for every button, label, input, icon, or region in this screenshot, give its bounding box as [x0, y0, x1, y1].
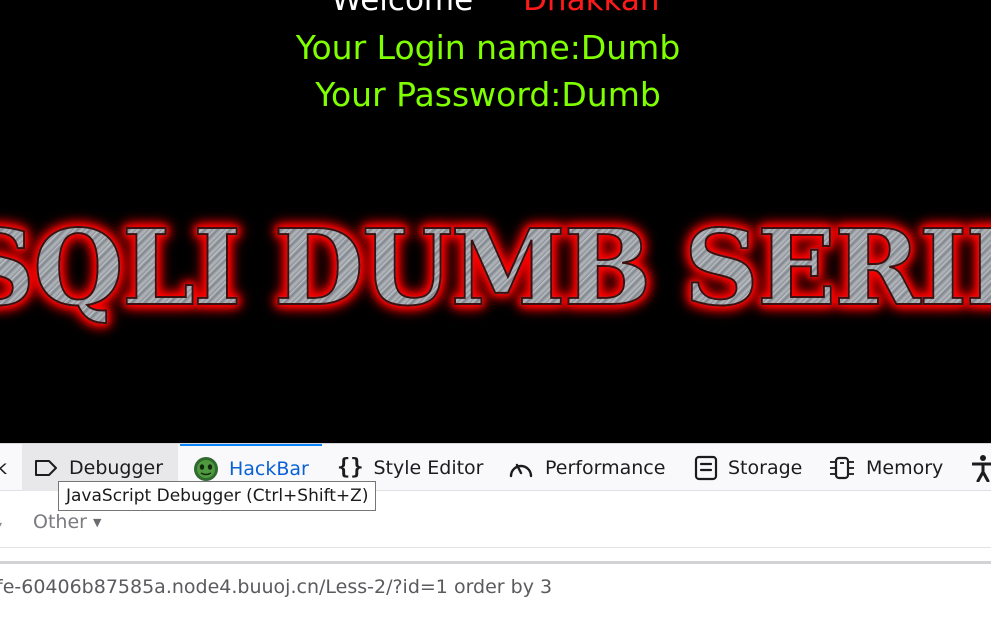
password-text: Your Password:Dumb — [315, 75, 661, 114]
tab-network-partial[interactable]: k — [0, 444, 16, 491]
url-field-text[interactable]: fe-60406b87585a.node4.buuoj.cn/Less-2/?i… — [0, 576, 552, 598]
memory-chip-icon — [828, 455, 856, 481]
debugger-tooltip: JavaScript Debugger (Ctrl+Shift+Z) — [58, 481, 377, 511]
sqli-dumb-series-banner: SQLI DUMB SERIES — [0, 203, 991, 333]
url-input-area[interactable]: fe-60406b87585a.node4.buuoj.cn/Less-2/?i… — [0, 564, 991, 642]
chevron-down-icon: ▼ — [92, 516, 102, 529]
welcome-label: Welcome — [331, 0, 474, 18]
tab-label: Performance — [545, 456, 666, 479]
storage-icon — [694, 455, 718, 481]
tab-label: Style Editor — [373, 456, 484, 479]
accessibility-icon — [972, 454, 991, 482]
tab-memory[interactable]: Memory — [828, 444, 943, 491]
tab-accessibility[interactable] — [972, 444, 991, 491]
other-dropdown-label: Other — [33, 511, 87, 533]
braces-icon: {} — [337, 455, 364, 480]
debugger-icon — [33, 458, 59, 478]
tab-label: Debugger — [69, 456, 164, 479]
tab-label: Storage — [728, 456, 803, 479]
tab-performance[interactable]: Performance — [507, 444, 665, 491]
web-page-viewport: Welcome Dhakkan Your Login name:Dumb You… — [0, 0, 991, 443]
tab-label: HackBar — [229, 457, 309, 480]
gauge-icon — [507, 456, 535, 480]
tab-label: Memory — [866, 456, 944, 479]
hackbar-icon — [193, 456, 219, 482]
welcome-name: Dhakkan — [523, 0, 660, 18]
chevron-down-icon[interactable]: ▾ — [0, 518, 2, 532]
other-dropdown[interactable]: Other ▼ — [33, 511, 101, 533]
tab-storage[interactable]: Storage — [694, 444, 802, 491]
login-name-text: Your Login name:Dumb — [295, 28, 681, 67]
tab-label: k — [0, 456, 8, 479]
welcome-line: Welcome Dhakkan — [0, 0, 991, 18]
